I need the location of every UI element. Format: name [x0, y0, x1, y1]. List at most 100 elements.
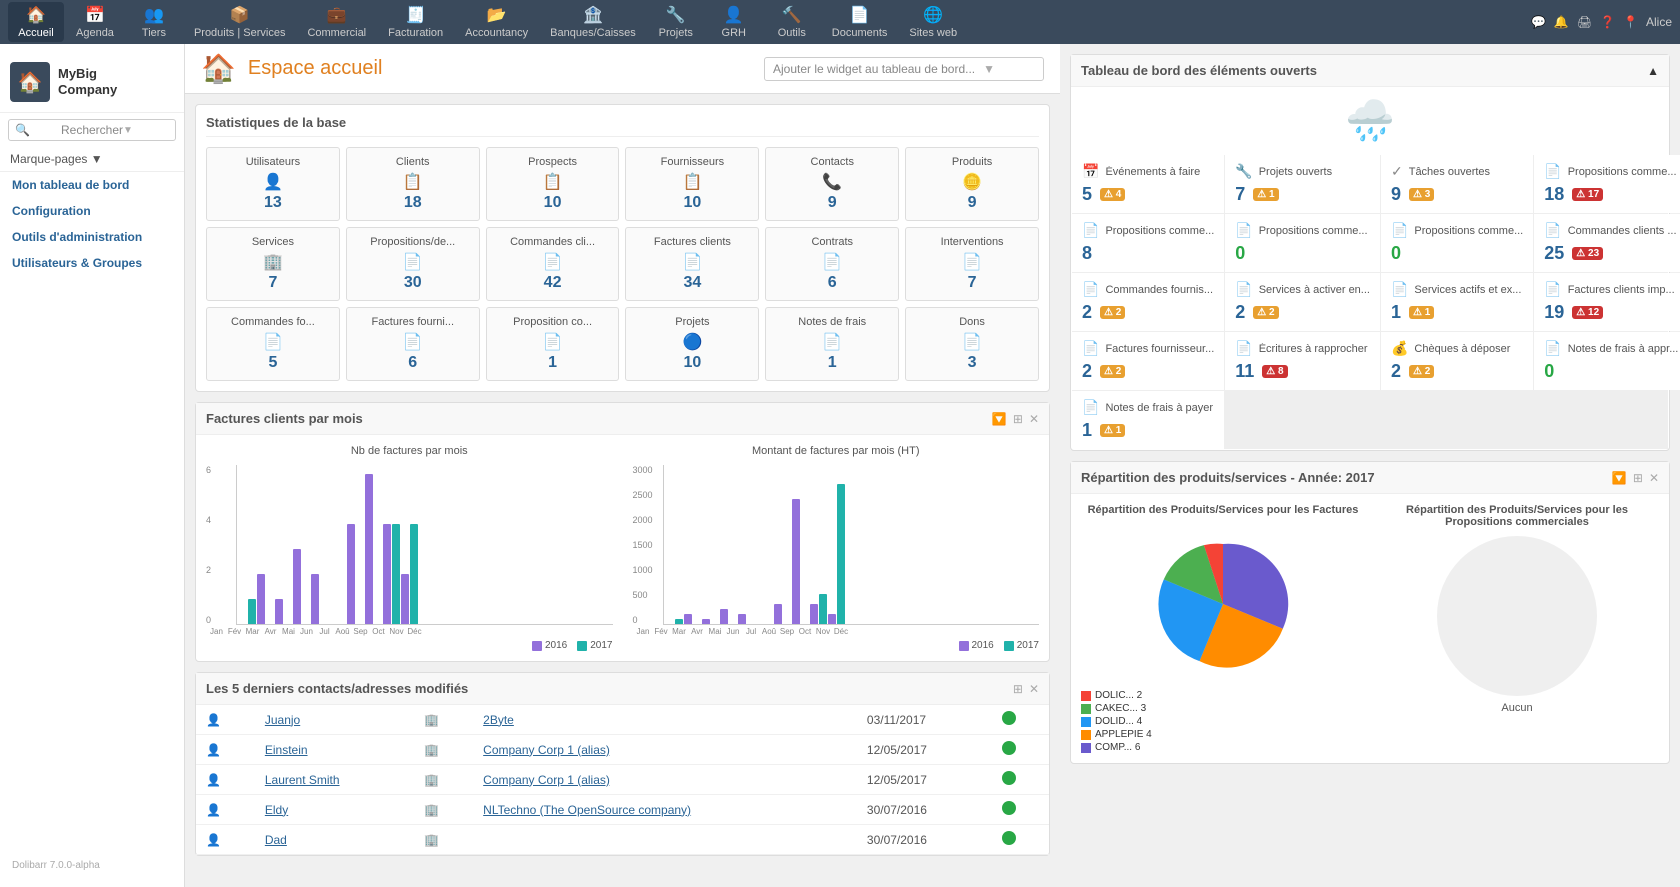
- user-avatar[interactable]: 📍: [1623, 15, 1638, 29]
- help-icon[interactable]: ❓: [1600, 15, 1615, 29]
- stat-card-contrats[interactable]: Contrats 📄 6: [765, 227, 899, 301]
- bar-legend-1: 2016 2017: [206, 640, 613, 651]
- dashboard-card-propositions-1[interactable]: 📄 Propositions comme... 18 ⚠ 17: [1534, 155, 1680, 213]
- chat-icon[interactable]: 💬: [1531, 15, 1546, 29]
- nav-projets[interactable]: 🔧 Projets: [648, 2, 704, 42]
- card-header-propositions-4: 📄 Propositions comme...: [1391, 222, 1523, 239]
- stat-card-fournisseurs[interactable]: Fournisseurs 📋 10: [625, 147, 759, 221]
- stat-card-interventions[interactable]: Interventions 📄 7: [905, 227, 1039, 301]
- dashboard-card-taches[interactable]: ✓ Tâches ouvertes 9 ⚠ 3: [1381, 155, 1533, 213]
- stat-card-factures-fournisseurs[interactable]: Factures fourni... 📄 6: [346, 307, 480, 381]
- legend-2016-dot: [532, 641, 542, 651]
- alert-badge-cheques: ⚠ 2: [1409, 365, 1434, 378]
- contacts-close-icon[interactable]: ✕: [1029, 682, 1039, 696]
- search-box[interactable]: 🔍 Rechercher ▼: [8, 119, 176, 141]
- sidebar-item-outils-admin[interactable]: Outils d'administration: [0, 224, 184, 250]
- stat-card-contacts[interactable]: Contacts 📞 9: [765, 147, 899, 221]
- stat-card-clients[interactable]: Clients 📋 18: [346, 147, 480, 221]
- dashboard-card-propositions-2[interactable]: 📄 Propositions comme... 8: [1072, 214, 1224, 272]
- dashboard-card-propositions-3[interactable]: 📄 Propositions comme... 0: [1225, 214, 1380, 272]
- chart-filter-icon[interactable]: 🔽: [992, 412, 1007, 426]
- contact-company-link[interactable]: 2Byte: [483, 713, 514, 727]
- print-icon[interactable]: 🖨: [1577, 15, 1592, 29]
- pie-filter-icon[interactable]: 🔽: [1612, 471, 1627, 485]
- bell-icon[interactable]: 🔔: [1554, 15, 1569, 29]
- chart-grid-icon[interactable]: ⊞: [1013, 412, 1023, 426]
- stat-icon-commandes-fournisseurs: 📄: [213, 332, 333, 352]
- stat-card-produits[interactable]: Produits 🪙 9: [905, 147, 1039, 221]
- table-row: 👤 Dad 🏢 30/07/2016: [196, 825, 1049, 855]
- stat-card-propositions[interactable]: Propositions/de... 📄 30: [346, 227, 480, 301]
- accountancy-icon: 📂: [487, 5, 507, 25]
- nav-tiers[interactable]: 👥 Tiers: [126, 2, 182, 42]
- dashboard-card-propositions-4[interactable]: 📄 Propositions comme... 0: [1381, 214, 1533, 272]
- stat-card-factures-clients[interactable]: Factures clients 📄 34: [625, 227, 759, 301]
- nav-facturation[interactable]: 🧾 Facturation: [378, 2, 453, 42]
- contacts-grid-icon[interactable]: ⊞: [1013, 682, 1023, 696]
- pie-grid-icon[interactable]: ⊞: [1633, 471, 1643, 485]
- nav-grh[interactable]: 👤 GRH: [706, 2, 762, 42]
- pie-legend-2: CAKEC... 3: [1081, 703, 1365, 714]
- contact-company-link[interactable]: Company Corp 1 (alias): [483, 773, 610, 787]
- card-title-notes-frais-payer: Notes de frais à payer: [1105, 402, 1214, 414]
- dashboard-card-commandes-fournisseurs-1[interactable]: 📄 Commandes fournis... 2 ⚠ 2: [1072, 273, 1224, 331]
- stat-card-services[interactable]: Services 🏢 7: [206, 227, 340, 301]
- dashboard-card-notes-frais-payer[interactable]: 📄 Notes de frais à payer 1 ⚠ 1: [1072, 391, 1224, 449]
- card-body-taches: 9 ⚠ 3: [1391, 184, 1523, 205]
- stat-card-dons[interactable]: Dons 📄 3: [905, 307, 1039, 381]
- nav-sites[interactable]: 🌐 Sites web: [899, 2, 967, 42]
- dashboard-card-cheques[interactable]: 💰 Chèques à déposer 2 ⚠ 2: [1381, 332, 1533, 390]
- pie-label-4: APPLEPIE 4: [1095, 729, 1152, 740]
- bookmarks-section[interactable]: Marque-pages ▼: [0, 147, 184, 172]
- produits-icon: 📦: [230, 5, 250, 25]
- stat-card-proposition-commerciale[interactable]: Proposition co... 📄 1: [486, 307, 620, 381]
- sidebar-item-mon-tableau[interactable]: Mon tableau de bord: [0, 172, 184, 198]
- pie-close-icon[interactable]: ✕: [1649, 471, 1659, 485]
- dashboard-card-commandes-clients-1[interactable]: 📄 Commandes clients ... 25 ⚠ 23: [1534, 214, 1680, 272]
- dashboard-card-notes-frais-1[interactable]: 📄 Notes de frais à appr... 0: [1534, 332, 1680, 390]
- nav-banques[interactable]: 🏦 Banques/Caisses: [540, 2, 646, 42]
- stat-card-commandes-clients[interactable]: Commandes cli... 📄 42: [486, 227, 620, 301]
- contact-name-link[interactable]: Juanjo: [265, 713, 300, 727]
- nav-outils[interactable]: 🔨 Outils: [764, 2, 820, 42]
- nav-accountancy[interactable]: 📂 Accountancy: [455, 2, 538, 42]
- card-body-evenements: 5 ⚠ 4: [1082, 184, 1214, 205]
- stat-card-notes-frais[interactable]: Notes de frais 📄 1: [765, 307, 899, 381]
- dashboard-collapse-icon[interactable]: ▲: [1647, 64, 1659, 78]
- stat-card-commandes-fournisseurs[interactable]: Commandes fo... 📄 5: [206, 307, 340, 381]
- dashboard-card-projets-ouverts[interactable]: 🔧 Projets ouverts 7 ⚠ 1: [1225, 155, 1380, 213]
- stat-label-proposition-commerciale: Proposition co...: [493, 316, 613, 328]
- stat-card-utilisateurs[interactable]: Utilisateurs 👤 13: [206, 147, 340, 221]
- card-icon-factures-fournisseurs-1: 📄: [1082, 340, 1099, 357]
- stat-card-projets[interactable]: Projets 🔵 10: [625, 307, 759, 381]
- charts-section: Factures clients par mois 🔽 ⊞ ✕ Nb de fa…: [195, 402, 1050, 662]
- dashboard-card-services-actifs[interactable]: 📄 Services actifs et ex... 1 ⚠ 1: [1381, 273, 1533, 331]
- contact-company-link[interactable]: Company Corp 1 (alias): [483, 743, 610, 757]
- amount-legend-2016: 2016: [959, 640, 994, 651]
- dashboard-card-ecritures[interactable]: 📄 Écritures à rapprocher 11 ⚠ 8: [1225, 332, 1380, 390]
- chart-close-icon[interactable]: ✕: [1029, 412, 1039, 426]
- contact-name-link[interactable]: Eldy: [265, 803, 288, 817]
- contact-company-link[interactable]: NLTechno (The OpenSource company): [483, 803, 691, 817]
- contact-name-link[interactable]: Laurent Smith: [265, 773, 340, 787]
- dashboard-card-evenements[interactable]: 📅 Événements à faire 5 ⚠ 4: [1072, 155, 1224, 213]
- sidebar-item-configuration[interactable]: Configuration: [0, 198, 184, 224]
- contact-building-icon: 🏢: [424, 743, 439, 757]
- username[interactable]: Alice: [1646, 15, 1672, 29]
- nav-produits[interactable]: 📦 Produits | Services: [184, 2, 296, 42]
- table-row: 👤 Juanjo 🏢 2Byte 03/11/2017: [196, 705, 1049, 735]
- dashboard-card-factures-clients-imp[interactable]: 📄 Factures clients imp... 19 ⚠ 12: [1534, 273, 1680, 331]
- nav-documents[interactable]: 📄 Documents: [822, 2, 898, 42]
- stat-card-prospects[interactable]: Prospects 📋 10: [486, 147, 620, 221]
- card-value-factures-clients-imp: 19: [1544, 302, 1564, 323]
- nav-accueil[interactable]: 🏠 Accueil: [8, 2, 64, 42]
- dashboard-card-services-activer[interactable]: 📄 Services à activer en... 2 ⚠ 2: [1225, 273, 1380, 331]
- widget-dropdown[interactable]: Ajouter le widget au tableau de bord... …: [764, 57, 1044, 81]
- contact-name-link[interactable]: Einstein: [265, 743, 308, 757]
- nav-commercial[interactable]: 💼 Commercial: [297, 2, 376, 42]
- nav-agenda[interactable]: 📅 Agenda: [66, 2, 124, 42]
- dashboard-card-factures-fournisseurs-1[interactable]: 📄 Factures fournisseur... 2 ⚠ 2: [1072, 332, 1224, 390]
- sidebar-item-utilisateurs[interactable]: Utilisateurs & Groupes: [0, 250, 184, 276]
- contact-name-link[interactable]: Dad: [265, 833, 287, 847]
- contact-status-badge: [1002, 711, 1016, 725]
